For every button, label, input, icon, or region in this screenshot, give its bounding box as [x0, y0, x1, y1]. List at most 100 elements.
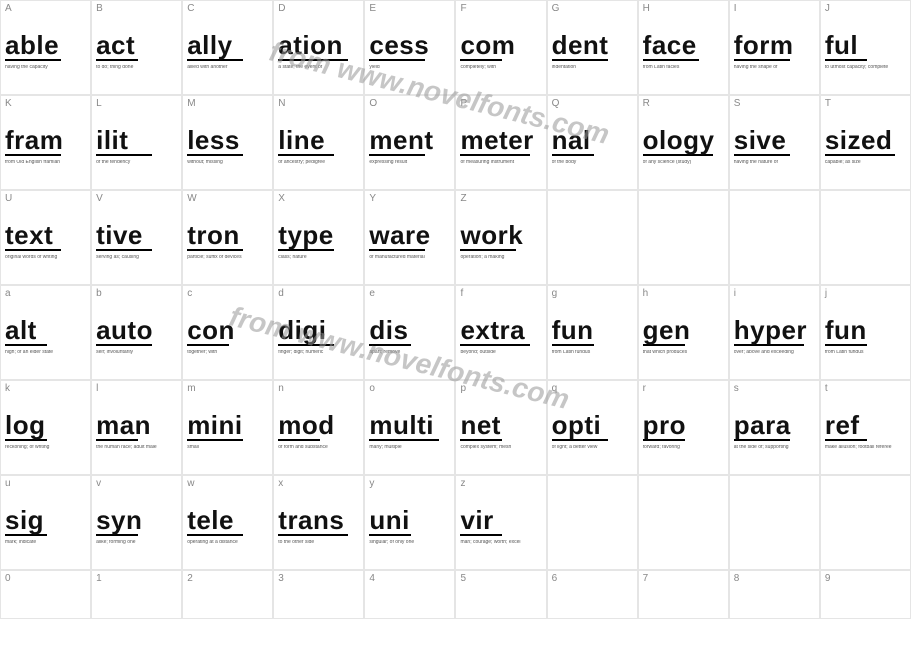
- cell-key: r: [643, 384, 724, 394]
- glyph-cell: [820, 190, 911, 285]
- cell-key: Y: [369, 194, 450, 204]
- cell-key: l: [96, 384, 177, 394]
- cell-glyph: tive: [96, 222, 177, 248]
- cell-key: e: [369, 289, 450, 299]
- glyph-row: Kframfrom Old English framianLilitof the…: [0, 95, 911, 190]
- cell-key: y: [369, 479, 450, 489]
- glyph-cell: Gdentindentation: [547, 0, 638, 95]
- cell-glyph: ment: [369, 127, 450, 153]
- cell-glyph: auto: [96, 317, 177, 343]
- cell-glyph: uni: [369, 507, 450, 533]
- cell-description: to do; thing done: [96, 65, 177, 71]
- cell-key: 5: [460, 574, 541, 584]
- glyph-cell: [638, 475, 729, 570]
- cell-key: k: [5, 384, 86, 394]
- cell-glyph: dis: [369, 317, 450, 343]
- glyph-cell: [638, 190, 729, 285]
- cell-description: class; nature: [278, 255, 359, 261]
- cell-description: to utmost capacity; complete: [825, 65, 906, 71]
- glyph-cell: Pmeter of measuring instrument: [455, 95, 546, 190]
- cell-glyph: opti: [552, 412, 633, 438]
- cell-description: having the nature of: [734, 160, 815, 166]
- cell-description: alike; forming one: [96, 540, 177, 546]
- glyph-cell: Aablehaving the capacity: [0, 0, 91, 95]
- cell-key: I: [734, 4, 815, 14]
- cell-key: 6: [552, 574, 633, 584]
- glyph-cell: Fcomcompletely; with: [455, 0, 546, 95]
- cell-key: N: [278, 99, 359, 109]
- cell-description: of measuring instrument: [460, 160, 541, 166]
- cell-glyph: less: [187, 127, 268, 153]
- cell-description: of manufactured material: [369, 255, 450, 261]
- cell-glyph: sized: [825, 127, 906, 153]
- cell-key: m: [187, 384, 268, 394]
- glyph-cell: Rologyof any science (study): [638, 95, 729, 190]
- glyph-cell: fextrabeyond; outside: [455, 285, 546, 380]
- glyph-cell: rproforward; favoring: [638, 380, 729, 475]
- glyph-cell: Dationa state; the event of: [273, 0, 364, 95]
- glyph-cell: mminismall: [182, 380, 273, 475]
- cell-glyph: ref: [825, 412, 906, 438]
- cell-description: forward; favoring: [643, 445, 724, 451]
- glyph-cell: Tsizedcapable; as size: [820, 95, 911, 190]
- cell-glyph: ally: [187, 32, 268, 58]
- cell-key: G: [552, 4, 633, 14]
- cell-description: operation; a making: [460, 255, 541, 261]
- glyph-row: Utextoriginal words of writingVtiveservi…: [0, 190, 911, 285]
- cell-description: capable; as size: [825, 160, 906, 166]
- cell-description: at the side of; supporting: [734, 445, 815, 451]
- glyph-cell: pnetcomplex system; mesh: [455, 380, 546, 475]
- cell-glyph: ation: [278, 32, 359, 58]
- cell-description: of light; a better view: [552, 445, 633, 451]
- cell-glyph: alt: [5, 317, 86, 343]
- cell-description: of ancestry; pedigree: [278, 160, 359, 166]
- cell-description: particle; suffix of devices: [187, 255, 268, 261]
- cell-key: o: [369, 384, 450, 394]
- glyph-cell: jfunfrom Latin fundus: [820, 285, 911, 380]
- cell-glyph: fun: [825, 317, 906, 343]
- cell-description: completely; with: [460, 65, 541, 71]
- cell-key: P: [460, 99, 541, 109]
- cell-description: that which produces: [643, 350, 724, 356]
- cell-glyph: fram: [5, 127, 86, 153]
- cell-description: serving as; causing: [96, 255, 177, 261]
- glyph-cell: Vtiveserving as; causing: [91, 190, 182, 285]
- glyph-cell: Nline of ancestry; pedigree: [273, 95, 364, 190]
- cell-key: W: [187, 194, 268, 204]
- cell-glyph: trans: [278, 507, 359, 533]
- cell-description: over; above and exceeding: [734, 350, 815, 356]
- cell-glyph: fun: [552, 317, 633, 343]
- cell-key: E: [369, 4, 450, 14]
- cell-glyph: line: [278, 127, 359, 153]
- cell-key: A: [5, 4, 86, 14]
- glyph-cell: 6: [547, 570, 638, 619]
- cell-glyph: digi: [278, 317, 359, 343]
- cell-glyph: log: [5, 412, 86, 438]
- cell-glyph: ware: [369, 222, 450, 248]
- cell-glyph: meter: [460, 127, 541, 153]
- cell-glyph: com: [460, 32, 541, 58]
- glyph-cell: bautoself; involuntarily: [91, 285, 182, 380]
- cell-description: of any science (study): [643, 160, 724, 166]
- glyph-cell: Jfulto utmost capacity; complete: [820, 0, 911, 95]
- cell-glyph: able: [5, 32, 86, 58]
- glyph-cell: 1: [91, 570, 182, 619]
- cell-description: from Old English framian: [5, 160, 86, 166]
- cell-glyph: para: [734, 412, 815, 438]
- cell-key: 9: [825, 574, 906, 584]
- cell-key: K: [5, 99, 86, 109]
- cell-key: c: [187, 289, 268, 299]
- cell-glyph: extra: [460, 317, 541, 343]
- cell-key: v: [96, 479, 177, 489]
- glyph-cell: Xtypeclass; nature: [273, 190, 364, 285]
- glyph-cell: [729, 475, 820, 570]
- cell-key: g: [552, 289, 633, 299]
- glyph-cell: gfunfrom Latin fundus: [547, 285, 638, 380]
- glyph-cell: edisapart; remove: [364, 285, 455, 380]
- glyph-cell: Iformhaving the shape of: [729, 0, 820, 95]
- cell-key: U: [5, 194, 86, 204]
- cell-description: finger; digit; numeric: [278, 350, 359, 356]
- cell-description: complex system; mesh: [460, 445, 541, 451]
- cell-glyph: multi: [369, 412, 450, 438]
- cell-description: of the body: [552, 160, 633, 166]
